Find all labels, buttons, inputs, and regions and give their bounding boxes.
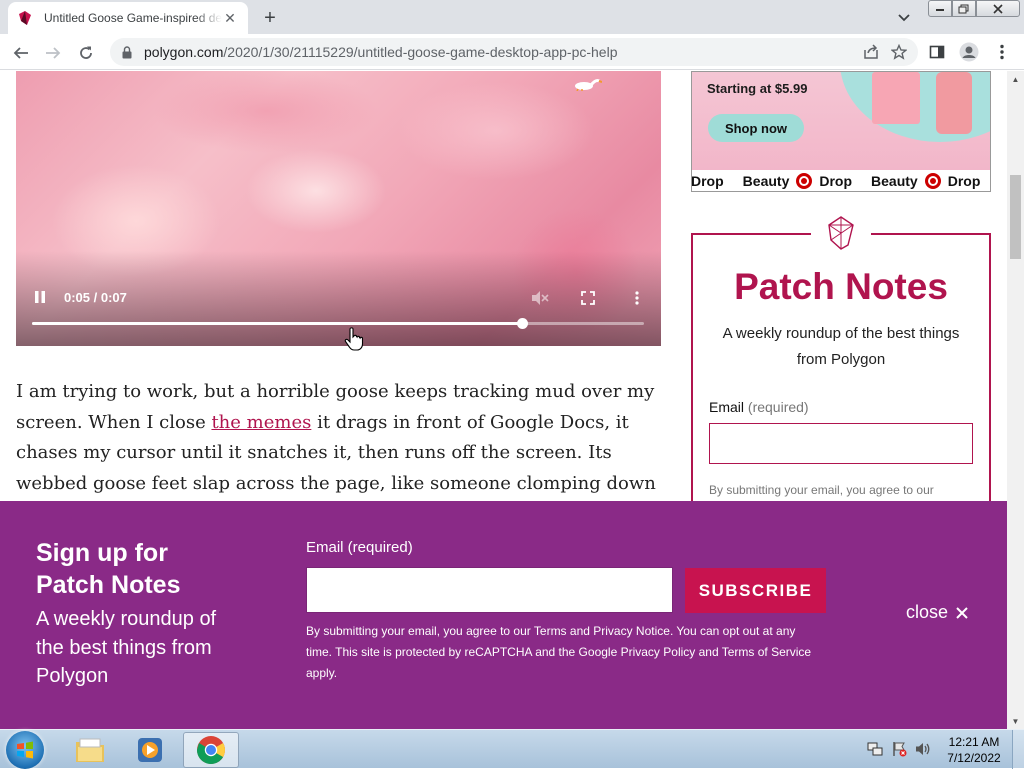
- scroll-down-arrow-icon[interactable]: ▼: [1007, 713, 1024, 729]
- url-host: polygon.com: [144, 44, 224, 60]
- browser-menu-icon[interactable]: [992, 42, 1012, 62]
- signup-subtitle: A weekly roundup of the best things from…: [36, 608, 217, 687]
- lock-icon: [120, 45, 134, 59]
- network-icon[interactable]: [866, 740, 884, 758]
- newsletter-subtitle: A weekly roundup of the best things from…: [722, 325, 960, 368]
- newsletter-email-label: Email (required): [709, 399, 809, 415]
- mute-icon[interactable]: [531, 289, 549, 307]
- show-desktop-button[interactable]: [1012, 730, 1024, 769]
- tab-title: Untitled Goose Game-inspired desktop app: [44, 11, 222, 25]
- signup-title: Sign up for Patch Notes: [36, 537, 180, 601]
- video-progress-handle[interactable]: [516, 318, 528, 329]
- signup-email-field[interactable]: [306, 567, 673, 613]
- ad-ticker-item: Beauty: [871, 173, 918, 189]
- ad-product-image: [872, 72, 920, 124]
- clock-date: 7/12/2022: [947, 751, 1001, 765]
- video-player[interactable]: 0:05 / 0:07: [16, 71, 661, 346]
- action-center-flag-icon[interactable]: [890, 740, 908, 758]
- subscribe-button[interactable]: SUBSCRIBE: [685, 568, 826, 613]
- video-time: 0:05 / 0:07: [64, 290, 127, 305]
- signup-title-line: Patch Notes: [36, 571, 181, 599]
- volume-icon[interactable]: [914, 740, 932, 758]
- ad-ticker-item: Drop: [819, 173, 853, 189]
- signup-close-button[interactable]: close: [906, 602, 968, 623]
- signup-fine-print: By submitting your email, you agree to o…: [306, 624, 812, 680]
- target-logo-icon: [924, 173, 941, 189]
- polygon-logo-icon: [811, 211, 871, 255]
- tab-search-chevron-icon[interactable]: [894, 8, 914, 28]
- window-restore-button[interactable]: [952, 0, 976, 17]
- ad-price-text: Starting at $5.99: [707, 81, 808, 96]
- ad-ticker-item: Drop: [691, 173, 724, 189]
- ad-product-image: [936, 72, 972, 134]
- tab-close-icon[interactable]: ✕: [222, 10, 238, 26]
- file-explorer-taskbar-button[interactable]: [62, 732, 118, 768]
- goose-image: [575, 79, 602, 91]
- the-memes-link[interactable]: the memes: [211, 412, 311, 433]
- window-close-button[interactable]: [976, 0, 1020, 17]
- chrome-taskbar-button[interactable]: [183, 732, 239, 768]
- url-path: /2020/1/30/21115229/untitled-goose-game-…: [223, 44, 618, 60]
- signup-email-label: Email (required): [306, 539, 413, 556]
- scrollbar-thumb[interactable]: [1010, 175, 1021, 259]
- start-button[interactable]: [6, 731, 44, 769]
- reload-button[interactable]: [73, 40, 99, 66]
- page-viewport: 0:05 / 0:07 I am trying to work, but a h…: [0, 71, 1007, 729]
- tab-strip: Untitled Goose Game-inspired desktop app…: [0, 0, 1024, 34]
- signup-banner: Sign up for Patch Notes A weekly roundup…: [0, 501, 1007, 729]
- close-label: close: [906, 602, 949, 622]
- video-progress-fill: [32, 322, 522, 325]
- browser-tab[interactable]: Untitled Goose Game-inspired desktop app…: [8, 2, 248, 34]
- ad-ticker: Drop Beauty Drop Beauty Drop: [691, 170, 990, 191]
- newsletter-fine-print: By submitting your email, you agree to o…: [709, 483, 934, 497]
- clock-time: 12:21 AM: [948, 735, 1000, 749]
- ad-ticker-item: Drop: [947, 173, 981, 189]
- address-bar[interactable]: polygon.com/2020/1/30/21115229/untitled-…: [110, 38, 918, 66]
- video-more-options-icon[interactable]: [628, 289, 646, 307]
- target-logo-icon: [796, 173, 813, 189]
- taskbar-clock[interactable]: 12:21 AM 7/12/2022: [944, 734, 1004, 766]
- hand-cursor-icon: [344, 327, 364, 351]
- media-player-taskbar-button[interactable]: [122, 732, 178, 768]
- side-panel-icon[interactable]: [927, 42, 947, 62]
- window-minimize-button[interactable]: [928, 0, 952, 17]
- ad-ticker-item: Beauty: [742, 173, 790, 189]
- email-label-text: Email: [709, 399, 745, 415]
- pause-button[interactable]: [32, 289, 48, 305]
- profile-avatar-icon[interactable]: [959, 42, 979, 62]
- back-button[interactable]: [8, 40, 34, 66]
- windows-taskbar: 12:21 AM 7/12/2022: [0, 729, 1024, 769]
- newsletter-email-field[interactable]: [709, 423, 973, 464]
- required-label: (required): [747, 399, 809, 415]
- forward-button[interactable]: [40, 40, 66, 66]
- new-tab-button[interactable]: +: [258, 6, 282, 30]
- polygon-favicon-icon: [18, 11, 32, 25]
- newsletter-title: Patch Notes: [734, 266, 948, 307]
- target-ad-banner[interactable]: Starting at $5.99 Shop now Drop Beauty D…: [691, 71, 991, 192]
- browser-toolbar: polygon.com/2020/1/30/21115229/untitled-…: [0, 34, 1024, 70]
- scroll-up-arrow-icon[interactable]: ▲: [1007, 71, 1024, 87]
- fullscreen-icon[interactable]: [579, 289, 597, 307]
- page-scrollbar[interactable]: ▲ ▼: [1007, 71, 1024, 729]
- video-progress-bar[interactable]: [32, 318, 644, 329]
- share-icon[interactable]: [862, 43, 880, 61]
- url-text: polygon.com/2020/1/30/21115229/untitled-…: [144, 44, 617, 60]
- close-icon: [956, 606, 968, 619]
- signup-title-line: Sign up for: [36, 539, 168, 567]
- ad-shop-now-button[interactable]: Shop now: [708, 114, 804, 142]
- bookmark-star-icon[interactable]: [890, 43, 908, 61]
